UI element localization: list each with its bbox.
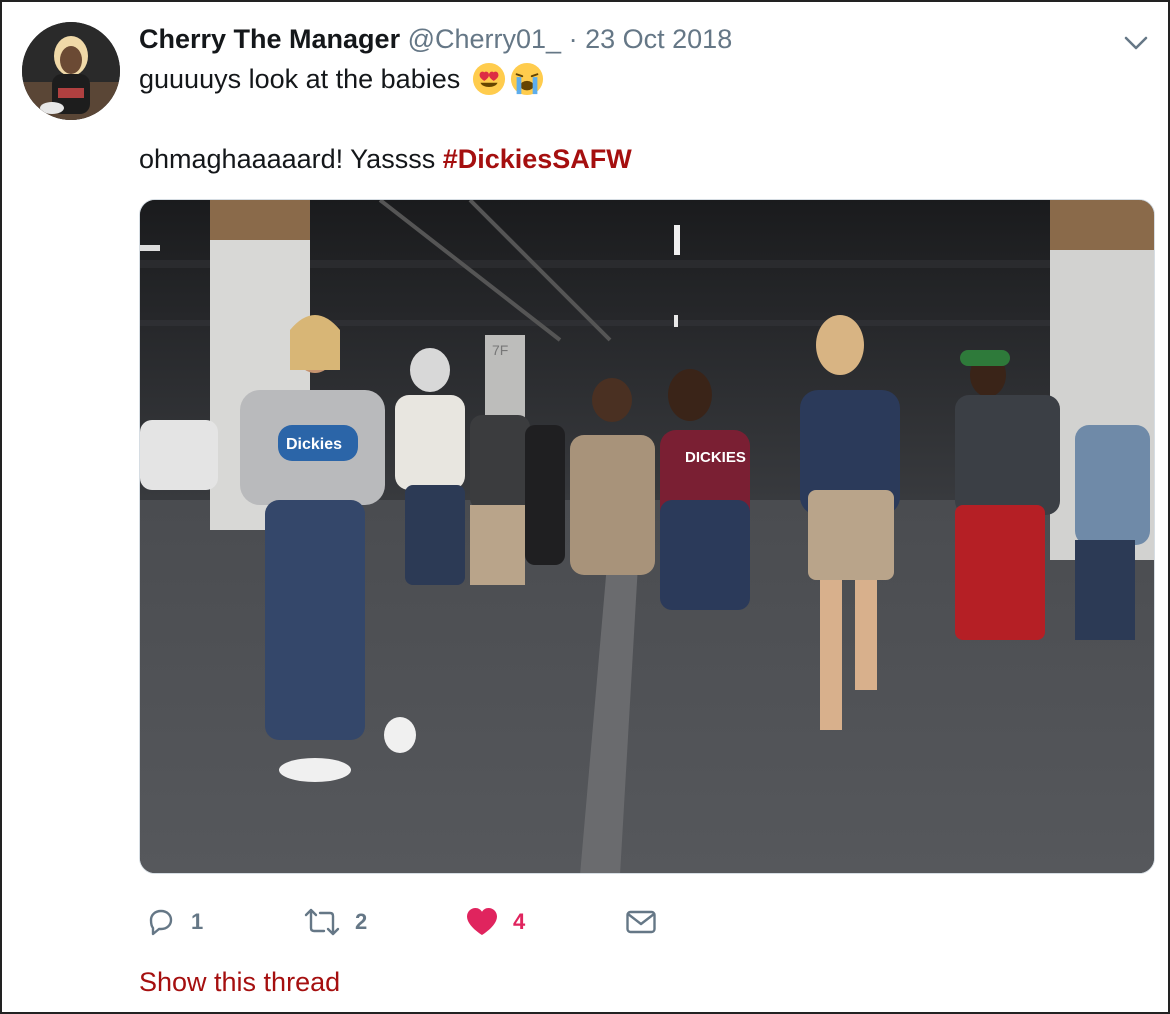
display-name[interactable]: Cherry The Manager: [139, 24, 400, 54]
tweet-text: guuuuys look at the babies: [139, 64, 461, 94]
loudly-crying-emoji-icon: [511, 62, 544, 96]
tweet-text-prefix: ohmaghaaaaard! Yassss: [139, 144, 443, 174]
tweet-date[interactable]: 23 Oct 2018: [585, 24, 732, 54]
reply-button[interactable]: 1: [145, 900, 203, 944]
tweet-photo[interactable]: 7F Dickies DICKIES: [139, 199, 1155, 874]
avatar[interactable]: [22, 22, 120, 120]
direct-message-button[interactable]: [625, 900, 657, 944]
tweet-header: Cherry The Manager @Cherry01_ · 23 Oct 2…: [139, 24, 732, 54]
shirt-print: DICKIES: [685, 449, 746, 466]
retweet-button[interactable]: 2: [303, 900, 367, 944]
envelope-icon: [626, 910, 656, 934]
user-handle[interactable]: @Cherry01_: [408, 24, 561, 54]
chevron-down-icon[interactable]: [1120, 30, 1152, 56]
tweet-text-line1: guuuuys look at the babies: [139, 62, 544, 96]
retweet-count: 2: [355, 909, 368, 934]
reply-count: 1: [191, 909, 204, 934]
separator-dot: ·: [568, 24, 578, 54]
retweet-icon: [304, 908, 340, 936]
heart-icon: [467, 908, 497, 935]
reply-icon: [149, 909, 173, 936]
heart-eyes-emoji-icon: [473, 62, 506, 96]
tweet-text-line2: ohmaghaaaaard! Yassss #DickiesSAFW: [139, 142, 632, 176]
like-count: 4: [513, 909, 526, 934]
pillar-label: 7F: [492, 342, 508, 358]
tweet-card: Cherry The Manager @Cherry01_ · 23 Oct 2…: [0, 0, 1170, 1014]
show-thread-link[interactable]: Show this thread: [139, 965, 340, 999]
like-button[interactable]: 4: [465, 900, 525, 944]
tweet-actions: 1 2 4: [139, 900, 739, 944]
shirt-logo: Dickies: [286, 436, 342, 453]
hashtag-link[interactable]: #DickiesSAFW: [443, 144, 632, 174]
